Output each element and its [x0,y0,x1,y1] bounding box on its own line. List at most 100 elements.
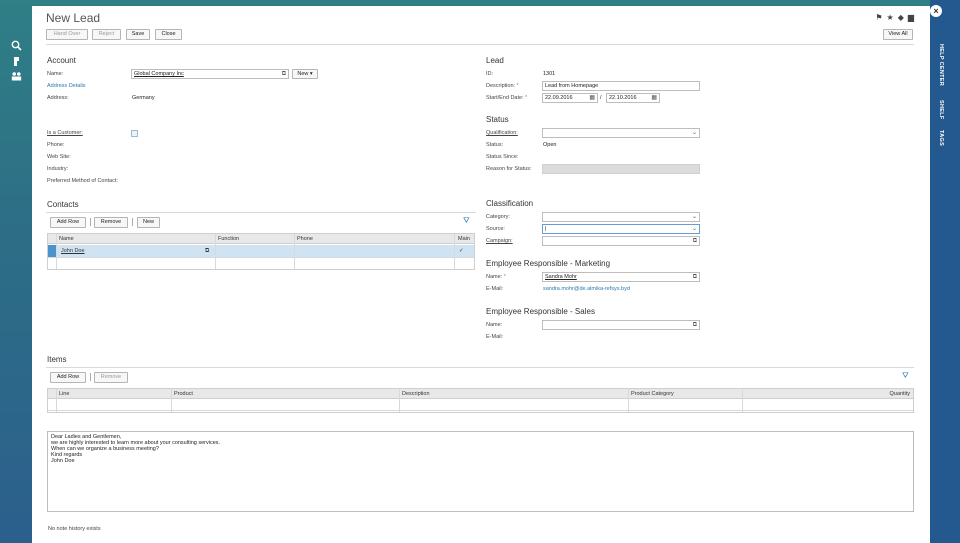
address-details-link[interactable]: Address Details [47,83,86,89]
chevron-down-icon[interactable]: ⌄ [692,129,697,137]
lead-heading: Lead [486,56,504,65]
items-remove-button[interactable]: Remove [94,372,128,383]
view-all-button[interactable]: View All [883,29,913,40]
column-divider [399,389,400,412]
column-header: Line [59,391,70,397]
description-label: Description: * [486,83,519,89]
notes-textarea[interactable]: Dear Ladies and Gentlemen, we are highly… [47,431,914,512]
marketing-name-label: Name: * [486,274,506,280]
industry-label: Industry: [47,166,69,172]
row-selector[interactable] [48,245,56,257]
column-header: Phone [297,236,313,242]
items-add-row-button[interactable]: Add Row [50,372,86,383]
column-divider [171,389,172,412]
sales-name-field[interactable]: ⧉ [542,320,700,330]
note-history-text: No note history exists [48,526,101,532]
main-checkbox[interactable]: ✓ [459,246,464,256]
column-header: Main [458,236,470,242]
left-rail [0,0,32,543]
chevron-down-icon[interactable]: ⌄ [692,213,697,221]
contact-name-cell[interactable]: John Doe [61,246,85,256]
status-since-label: Status Since: [486,154,519,160]
lead-panel: New Lead ⚑ ★ ◆ ▆ Hand Over Reject Save C… [32,6,930,543]
description-field[interactable]: Lead from Homepage [542,81,700,91]
divider [46,44,914,45]
column-header: Product [174,391,193,397]
category-label: Category: [486,214,510,220]
reject-button[interactable]: Reject [92,29,121,40]
close-icon[interactable]: × [930,5,942,17]
sales-heading: Employee Responsible - Sales [486,307,595,316]
account-heading: Account [47,56,76,65]
qualification-label: Qualification: [486,130,518,136]
tab-help-center[interactable]: HELP CENTER [938,44,944,86]
filter-icon[interactable]: ⛛ [463,216,470,226]
classification-heading: Classification [486,199,534,208]
address-label: Address: [47,95,69,101]
tab-shelf[interactable]: SHELF [938,100,944,120]
source-select[interactable]: | ⌄ [542,224,700,234]
header-icons: ⚑ ★ ◆ ▆ [875,13,914,22]
value-help-icon[interactable]: ⧉ [693,237,697,245]
address-value: Germany [132,95,155,101]
separator [90,373,91,381]
source-label: Source: [486,226,505,232]
contacts-remove-button[interactable]: Remove [94,217,128,228]
contact-method-label: Preferred Method of Contact: [47,178,118,184]
value-help-icon[interactable]: ⧉ [693,321,697,329]
category-select[interactable]: ⌄ [542,212,700,222]
hand-over-button[interactable]: Hand Over [46,29,88,40]
column-divider [628,389,629,412]
contacts-heading: Contacts [47,200,79,209]
is-customer-checkbox[interactable] [131,130,138,137]
dates-label: Start/End Date: * [486,95,528,101]
value-help-icon[interactable]: ⧉ [282,70,286,78]
column-header: Description [402,391,430,397]
account-new-button[interactable]: New ▾ [292,69,318,79]
column-divider [215,234,216,269]
end-date-field[interactable]: 22.10.2016 ▦ [606,93,660,103]
flag-icon[interactable]: ⚑ [875,13,882,22]
account-name-field[interactable]: Global Company Inc ⧉ [131,69,289,79]
campaign-field[interactable]: ⧉ [542,236,700,246]
lead-id-label: ID: [486,71,494,77]
chevron-down-icon[interactable]: ⌄ [692,225,697,233]
lead-id-value: 1301 [543,71,556,77]
tag-icon[interactable]: ◆ [898,13,904,22]
table-row[interactable] [48,245,474,257]
column-header: Name [59,236,74,242]
contacts-add-row-button[interactable]: Add Row [50,217,86,228]
website-label: Web Site: [47,154,71,160]
column-header: Quantity [889,391,910,397]
screen-icon[interactable]: ▆ [908,13,914,22]
value-help-icon[interactable]: ⧉ [693,273,697,281]
tab-tags[interactable]: TAGS [938,130,944,146]
marketing-email-link[interactable]: sandra.mohr@de.almika-refsys.byd [543,286,630,292]
phone-label: Phone: [47,142,65,148]
save-button[interactable]: Save [126,29,150,40]
separator [90,218,91,226]
qualification-select[interactable]: ⌄ [542,128,700,138]
items-table: Line Product Description Product Categor… [47,388,914,413]
start-date-field[interactable]: 22.09.2016 ▦ [542,93,598,103]
value-help-icon[interactable]: ⧉ [205,246,209,256]
status-value: Open [543,142,557,148]
divider [48,257,474,258]
close-button[interactable]: Close [155,29,182,40]
search-icon[interactable] [11,40,22,51]
column-divider [56,234,57,269]
calendar-icon[interactable]: ▦ [651,94,657,102]
marketing-name-field[interactable]: Sandra Mohr ⧉ [542,272,700,282]
filter-icon[interactable]: ⛛ [902,371,909,381]
date-separator: / [600,95,602,101]
people-icon[interactable] [11,71,22,82]
is-customer-label: Is a Customer: [47,130,83,136]
column-header: Function [218,236,240,242]
status-label: Status: [486,142,504,148]
star-icon[interactable]: ★ [887,13,894,22]
calendar-icon[interactable]: ▦ [589,94,595,102]
page-title: New Lead [46,11,101,25]
table-header [48,234,474,244]
contacts-new-button[interactable]: New [137,217,160,228]
hand-icon[interactable] [11,56,22,67]
